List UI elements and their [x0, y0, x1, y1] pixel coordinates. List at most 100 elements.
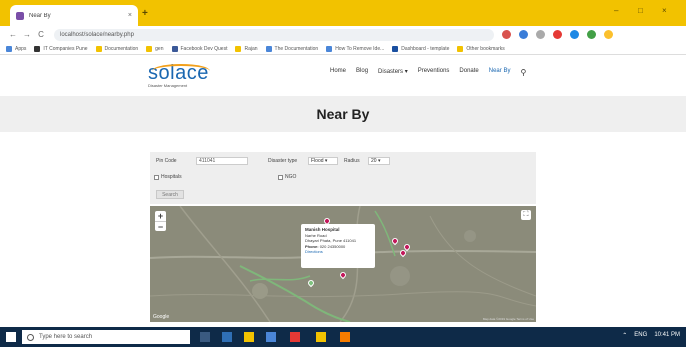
bookmark-label: Apps [15, 45, 27, 52]
bookmark-label: How To Remove Ide... [335, 45, 385, 52]
system-tray: ⌃ ENG 10:41 PM [622, 332, 680, 339]
reload-button[interactable]: C [34, 30, 48, 39]
taskbar-search-input[interactable]: Type here to search [22, 330, 190, 344]
map-view[interactable]: + − ⛶ Manish Hospital Narhe Road Dhayari… [150, 206, 536, 322]
disaster-type-select[interactable]: Flood ▾ [308, 157, 338, 165]
bookmark-item[interactable]: The Documentation [265, 45, 319, 52]
bookmark-label: Other bookmarks [466, 45, 505, 52]
logo-arc-icon [152, 64, 210, 78]
minimize-button[interactable]: – [614, 6, 618, 15]
bookmark-icon [326, 45, 333, 52]
address-url: localhost/solace/nearby.php [60, 31, 134, 38]
chrome-taskbar-icon[interactable] [316, 332, 326, 342]
ngo-checkbox[interactable]: NGO [278, 174, 296, 180]
checkbox-icon [278, 174, 283, 180]
map-info-popup: Manish Hospital Narhe Road Dhayari Phata… [301, 224, 375, 268]
app-icon[interactable] [290, 332, 300, 342]
bookmark-icon [171, 45, 178, 52]
search-filters: Pin Code 411041 Disaster type Flood ▾ Ra… [150, 152, 536, 204]
site-header: solace Disaster Management Home Blog Dis… [0, 56, 686, 96]
nav-disasters[interactable]: Disasters ▾ [378, 68, 408, 77]
extension-icon[interactable] [536, 30, 545, 39]
fullscreen-button[interactable]: ⛶ [521, 210, 531, 220]
new-tab-button[interactable]: + [142, 8, 148, 19]
edge-icon[interactable] [222, 332, 232, 342]
popup-phone-label: Phone: [305, 243, 319, 249]
store-icon[interactable] [266, 332, 276, 342]
address-bar[interactable]: localhost/solace/nearby.php [54, 28, 494, 41]
bookmark-item[interactable]: Apps [6, 45, 27, 52]
forward-button[interactable]: → [20, 30, 34, 39]
radius-label: Radius [344, 158, 360, 164]
bookmark-item[interactable]: Dashboard - template [392, 45, 450, 52]
bookmark-icon [235, 45, 242, 52]
search-icon [27, 333, 34, 341]
bookmark-item[interactable]: Other bookmarks [457, 45, 505, 52]
popup-phone-value: 020 24350000 [319, 243, 346, 249]
app-icon[interactable] [340, 332, 350, 342]
hospitals-label: Hospitals [161, 174, 182, 180]
ngo-label: NGO [285, 174, 297, 180]
browser-tab[interactable]: Near By × [10, 5, 138, 26]
tab-title: Near By [29, 12, 51, 19]
extension-icon[interactable] [553, 30, 562, 39]
bookmark-label: IT Companies Pune [43, 45, 88, 52]
page-banner: Near By [0, 96, 686, 132]
radius-select[interactable]: 20 ▾ [368, 157, 390, 165]
extension-icon[interactable] [570, 30, 579, 39]
tab-favicon-icon [16, 11, 24, 20]
bookmark-icon [146, 45, 153, 52]
back-button[interactable]: ← [6, 30, 20, 39]
taskbar-search-placeholder: Type here to search [39, 334, 93, 340]
maximize-button[interactable]: □ [638, 6, 643, 15]
disaster-type-label: Disaster type [268, 158, 298, 164]
bookmark-label: Dashboard - template [401, 45, 450, 52]
bookmark-icon [457, 45, 464, 52]
bookmark-item[interactable]: IT Companies Pune [34, 45, 88, 52]
extension-icon[interactable] [587, 30, 596, 39]
search-button[interactable]: Search [156, 190, 184, 199]
tray-language[interactable]: ENG [634, 332, 647, 339]
bookmark-item[interactable]: How To Remove Ide... [326, 45, 385, 52]
tray-clock[interactable]: 10:41 PM [654, 332, 680, 339]
nav-near-by[interactable]: Near By [489, 68, 511, 77]
bookmark-label: The Documentation [274, 45, 319, 52]
file-explorer-icon[interactable] [244, 332, 254, 342]
browser-toolbar: ← → C localhost/solace/nearby.php [0, 26, 686, 43]
bookmarks-bar: Apps IT Companies Pune Documentation gen Fac… [0, 43, 686, 55]
main-nav: Home Blog Disasters ▾ Preventions Donate… [330, 68, 526, 77]
checkbox-icon [154, 174, 159, 180]
bookmark-item[interactable]: Documentation [95, 45, 139, 52]
nav-home[interactable]: Home [330, 68, 346, 77]
tab-close-icon[interactable]: × [128, 12, 132, 19]
bookmark-label: Documentation [104, 45, 139, 52]
zoom-out-button[interactable]: − [155, 221, 166, 232]
bookmark-item[interactable]: Facebook Dev Quest [171, 45, 227, 52]
nav-blog[interactable]: Blog [356, 68, 368, 77]
tray-chevron-icon[interactable]: ⌃ [622, 332, 627, 339]
nav-preventions[interactable]: Preventions [418, 68, 450, 77]
map-provider-logo: Google [153, 314, 170, 320]
zoom-in-button[interactable]: + [155, 211, 166, 221]
close-window-button[interactable]: × [662, 6, 667, 15]
windows-start-icon[interactable] [6, 332, 16, 342]
bookmark-icon [392, 45, 399, 52]
hospitals-checkbox[interactable]: Hospitals [154, 174, 182, 180]
extension-icon[interactable] [502, 30, 511, 39]
pincode-label: Pin Code [156, 158, 177, 164]
popup-directions-link[interactable]: Directions [305, 249, 371, 255]
bookmark-icon [6, 45, 12, 52]
page-title: Near By [316, 106, 370, 122]
extension-icon[interactable] [519, 30, 528, 39]
bookmark-icon [34, 45, 41, 52]
search-icon[interactable]: ⚲ [520, 68, 526, 77]
pincode-input[interactable]: 411041 [196, 157, 248, 165]
bookmark-item[interactable]: gen [146, 45, 164, 52]
bookmark-item[interactable]: Rajan [235, 45, 258, 52]
profile-avatar[interactable] [604, 30, 613, 39]
task-view-icon[interactable] [200, 332, 210, 342]
nav-donate[interactable]: Donate [459, 68, 478, 77]
map-attribution[interactable]: Map data ©2019 Google Terms of Use [483, 317, 534, 321]
browser-tabstrip: Near By × + – □ × [0, 0, 686, 26]
site-logo[interactable]: solace Disaster Management [148, 62, 210, 88]
